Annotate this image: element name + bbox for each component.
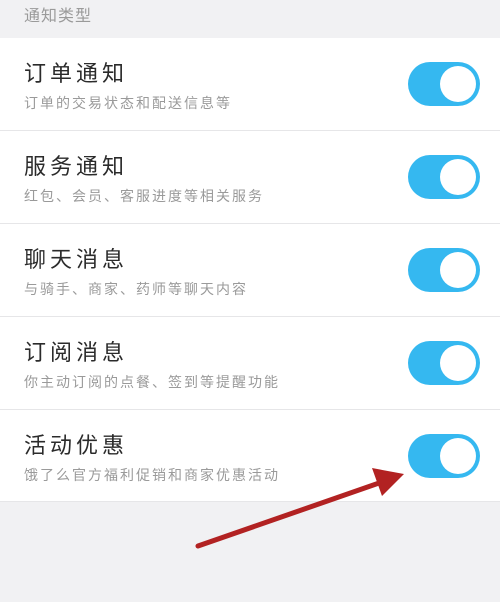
- setting-title: 聊天消息: [24, 248, 129, 273]
- toggle-knob: [440, 438, 476, 474]
- toggle-knob: [440, 159, 476, 195]
- toggle-knob: [440, 345, 476, 381]
- section-title: 通知类型: [24, 6, 93, 25]
- subscription-messages-toggle[interactable]: [408, 341, 480, 385]
- section-header: 通知类型: [0, 0, 500, 38]
- setting-row-promotions: 活动优惠 饿了么官方福利促销和商家优惠活动: [0, 410, 500, 502]
- setting-row-chat-messages: 聊天消息 与骑手、商家、药师等聊天内容: [0, 224, 500, 317]
- setting-row-subscription-messages: 订阅消息 你主动订阅的点餐、签到等提醒功能: [0, 317, 500, 410]
- empty-footer-area: [0, 502, 500, 602]
- setting-title: 服务通知: [24, 155, 129, 180]
- setting-description: 订单的交易状态和配送信息等: [24, 96, 232, 112]
- setting-row-order-notification: 订单通知 订单的交易状态和配送信息等: [0, 38, 500, 131]
- toggle-knob: [440, 252, 476, 288]
- setting-title: 订单通知: [24, 62, 129, 87]
- setting-row-service-notification: 服务通知 红包、会员、客服进度等相关服务: [0, 131, 500, 224]
- setting-description: 你主动订阅的点餐、签到等提醒功能: [24, 375, 280, 391]
- order-notification-toggle[interactable]: [408, 62, 480, 106]
- promotions-toggle[interactable]: [408, 434, 480, 478]
- setting-description: 与骑手、商家、药师等聊天内容: [24, 282, 248, 298]
- notification-settings-list: 订单通知 订单的交易状态和配送信息等 服务通知 红包、会员、客服进度等相关服务 …: [0, 38, 500, 502]
- service-notification-toggle[interactable]: [408, 155, 480, 199]
- setting-description: 红包、会员、客服进度等相关服务: [24, 189, 264, 205]
- chat-messages-toggle[interactable]: [408, 248, 480, 292]
- setting-description: 饿了么官方福利促销和商家优惠活动: [24, 468, 280, 484]
- setting-title: 活动优惠: [24, 434, 129, 459]
- toggle-knob: [440, 66, 476, 102]
- setting-title: 订阅消息: [24, 341, 129, 366]
